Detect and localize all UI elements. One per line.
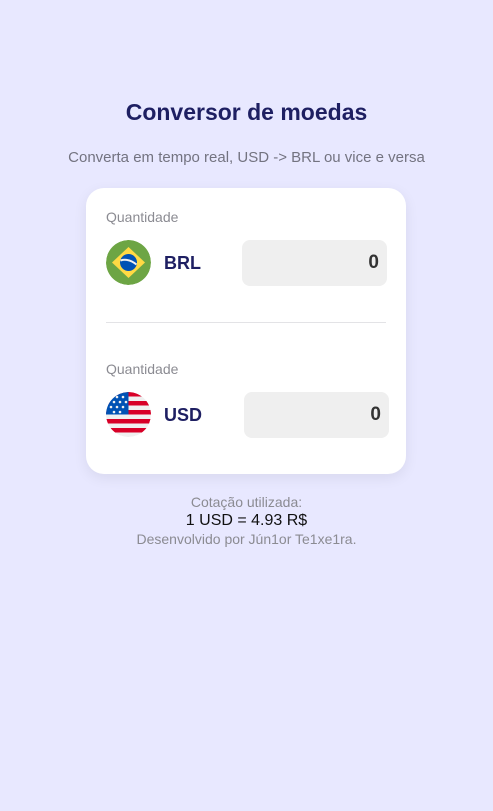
page-title: Conversor de moedas bbox=[125, 99, 368, 125]
converter-card: Quantidade BRL Quantidade bbox=[86, 188, 406, 474]
brl-currency-code: BRL bbox=[164, 253, 201, 273]
rate-value: 1 USD = 4.93 R$ bbox=[185, 512, 308, 529]
usd-currency-code: USD bbox=[164, 405, 203, 425]
brl-quantity-label: Quantidade bbox=[106, 209, 179, 225]
brazil-flag-icon bbox=[106, 240, 151, 285]
divider bbox=[106, 322, 386, 323]
footer: Cotação utilizada: 1 USD = 4.93 R$ Desen… bbox=[0, 494, 493, 548]
usd-amount-input[interactable] bbox=[244, 392, 389, 438]
credits-text: Desenvolvido por Jún1or Te1xe1ra. bbox=[136, 531, 357, 547]
rate-label: Cotação utilizada: bbox=[190, 494, 303, 510]
page-subtitle: Converta em tempo real, USD -> BRL ou vi… bbox=[68, 149, 425, 166]
usd-quantity-label: Quantidade bbox=[106, 361, 179, 377]
usa-flag-icon bbox=[106, 392, 151, 437]
brl-amount-input[interactable] bbox=[242, 240, 387, 286]
